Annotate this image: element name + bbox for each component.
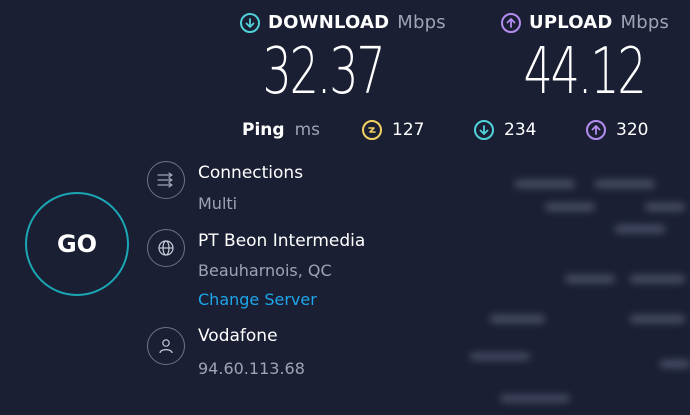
connections-title: Connections [198,163,304,183]
download-arrow-icon [474,120,494,140]
ping-row: Ping ms [242,120,320,140]
upload-unit: Mbps [620,12,670,33]
download-header: DOWNLOAD Mbps [240,12,446,33]
ping-download-value: 234 [504,120,537,140]
ping-upload-value: 320 [616,120,649,140]
ping-idle-value: 127 [392,120,425,140]
user-icon [147,327,185,365]
ping-lightning-icon [362,120,382,140]
ping-download: 234 [474,120,536,140]
provider-name: Vodafone [198,326,278,346]
server-name: PT Beon Intermedia [198,231,366,251]
download-arrow-icon [240,12,260,33]
blurred-background-panel [470,165,690,415]
download-label: DOWNLOAD [268,12,390,33]
ping-upload: 320 [586,120,648,140]
upload-header: UPLOAD Mbps [501,12,669,33]
upload-value: 44.12 [523,35,646,109]
upload-arrow-icon [586,120,606,140]
server-location: Beauharnois, QC [198,261,332,280]
ping-idle: 127 [362,120,424,140]
globe-icon [147,229,185,267]
provider-ip: 94.60.113.68 [198,359,305,378]
change-server-link[interactable]: Change Server [198,290,317,309]
download-value: 32.37 [262,35,385,109]
upload-arrow-icon [501,12,521,33]
go-button[interactable]: GO [25,192,129,296]
upload-label: UPLOAD [529,12,613,33]
connections-arrows-icon [147,161,185,199]
connections-value[interactable]: Multi [198,194,237,213]
ping-label: Ping [242,120,285,140]
download-unit: Mbps [397,12,446,33]
ping-unit: ms [294,120,320,140]
